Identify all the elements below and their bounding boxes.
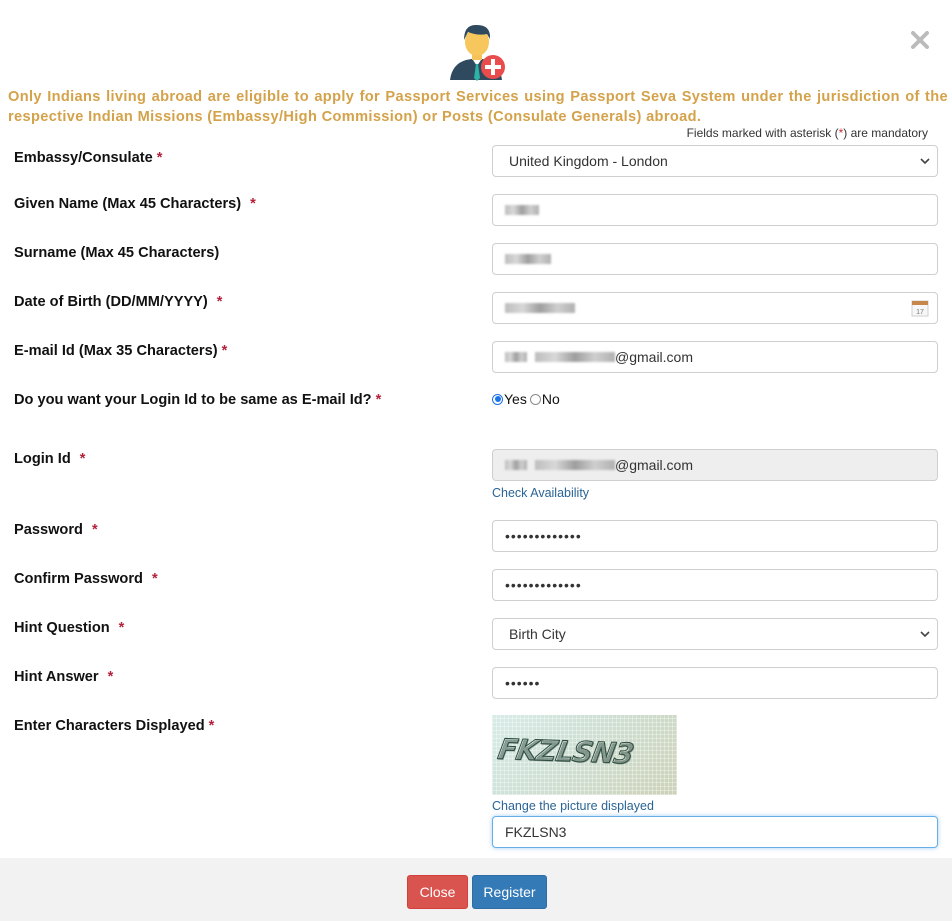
modal-header	[0, 0, 952, 82]
login-same-radio-group: Yes No	[492, 391, 560, 407]
redacted-value	[505, 460, 527, 470]
required-asterisk: *	[221, 343, 228, 359]
login-id-domain: @gmail.com	[615, 457, 694, 473]
radio-no[interactable]	[529, 393, 541, 405]
required-asterisk: *	[216, 294, 223, 310]
password-label: Password *	[14, 522, 98, 538]
label-text: Surname (Max 45 Characters)	[14, 245, 220, 261]
redacted-value	[535, 352, 615, 362]
confirm-password-value: •••••••••••••	[505, 577, 582, 593]
hint-answer-value: ••••••	[505, 675, 541, 691]
required-asterisk: *	[151, 571, 158, 587]
label-text: Hint Question	[14, 620, 110, 636]
password-input[interactable]: •••••••••••••	[492, 520, 938, 552]
label-text: Date of Birth (DD/MM/YYYY)	[14, 294, 208, 310]
password-value: •••••••••••••	[505, 528, 582, 544]
surname-label: Surname (Max 45 Characters)	[14, 245, 219, 261]
radio-yes[interactable]	[492, 393, 503, 405]
hint-question-select[interactable]: Birth City	[492, 618, 938, 650]
captcha-image: FKZLSN3	[492, 715, 677, 795]
label-text: Enter Characters Displayed	[14, 718, 205, 734]
required-asterisk: *	[118, 620, 125, 636]
change-picture-link[interactable]: Change the picture displayed	[492, 799, 654, 813]
radio-no-label[interactable]: No	[542, 391, 560, 407]
login-id-input: @gmail.com	[492, 449, 938, 481]
given-name-label: Given Name (Max 45 Characters) *	[14, 196, 256, 212]
label-text: Password	[14, 522, 83, 538]
close-button[interactable]: Close	[407, 875, 468, 909]
embassy-select[interactable]: United Kingdom - London	[492, 145, 938, 177]
required-asterisk: *	[156, 150, 163, 166]
redacted-value	[505, 303, 575, 313]
label-text: Login Id	[14, 451, 71, 467]
redacted-value	[505, 352, 527, 362]
label-text: Given Name (Max 45 Characters)	[14, 196, 242, 212]
mandatory-note-text-end: ) are mandatory	[843, 126, 928, 140]
eligibility-notice: Only Indians living abroad are eligible …	[8, 89, 948, 125]
required-asterisk: *	[91, 522, 98, 538]
confirm-password-input[interactable]: •••••••••••••	[492, 569, 938, 601]
redacted-value	[505, 205, 539, 215]
hint-question-value: Birth City	[509, 626, 566, 642]
required-asterisk: *	[79, 451, 86, 467]
embassy-value: United Kingdom - London	[509, 153, 668, 169]
captcha-label: Enter Characters Displayed *	[14, 718, 214, 734]
hint-question-label: Hint Question *	[14, 620, 124, 636]
check-availability-link[interactable]: Check Availability	[492, 486, 589, 500]
required-asterisk: *	[250, 196, 256, 212]
mandatory-note: Fields marked with asterisk (*) are mand…	[687, 126, 928, 140]
chevron-down-icon	[920, 631, 930, 638]
label-text: Do you want your Login Id to be same as …	[14, 392, 372, 408]
label-text: Confirm Password	[14, 571, 143, 587]
redacted-value	[505, 254, 551, 264]
hint-answer-input[interactable]: ••••••	[492, 667, 938, 699]
given-name-input[interactable]	[492, 194, 938, 226]
mandatory-note-text: Fields marked with asterisk (	[686, 126, 839, 140]
required-asterisk: *	[375, 392, 382, 408]
dob-input[interactable]: 17	[492, 292, 938, 324]
register-button[interactable]: Register	[472, 875, 547, 909]
label-text: Hint Answer	[14, 669, 99, 685]
captcha-input[interactable]: FKZLSN3	[492, 816, 938, 848]
login-same-label: Do you want your Login Id to be same as …	[14, 392, 381, 408]
dob-label: Date of Birth (DD/MM/YYYY) *	[14, 294, 222, 310]
redacted-value	[535, 460, 615, 470]
surname-input[interactable]	[492, 243, 938, 275]
captcha-text: FKZLSN3	[495, 732, 636, 771]
captcha-input-value: FKZLSN3	[505, 824, 567, 840]
email-input[interactable]: @gmail.com	[492, 341, 938, 373]
chevron-down-icon	[920, 158, 930, 165]
hint-answer-label: Hint Answer *	[14, 669, 113, 685]
required-asterisk: *	[208, 718, 215, 734]
email-label: E-mail Id (Max 35 Characters) *	[14, 343, 227, 359]
embassy-label: Embassy/Consulate *	[14, 150, 162, 166]
email-domain: @gmail.com	[615, 349, 694, 365]
calendar-icon[interactable]: 17	[911, 299, 929, 317]
svg-text:17: 17	[916, 309, 924, 316]
radio-yes-label[interactable]: Yes	[504, 391, 527, 407]
user-add-icon	[450, 24, 505, 81]
login-id-label: Login Id *	[14, 451, 85, 467]
required-asterisk: *	[107, 669, 114, 685]
confirm-password-label: Confirm Password *	[14, 571, 158, 587]
close-icon[interactable]	[908, 28, 932, 52]
label-text: E-mail Id (Max 35 Characters)	[14, 343, 218, 359]
label-text: Embassy/Consulate	[14, 150, 153, 166]
